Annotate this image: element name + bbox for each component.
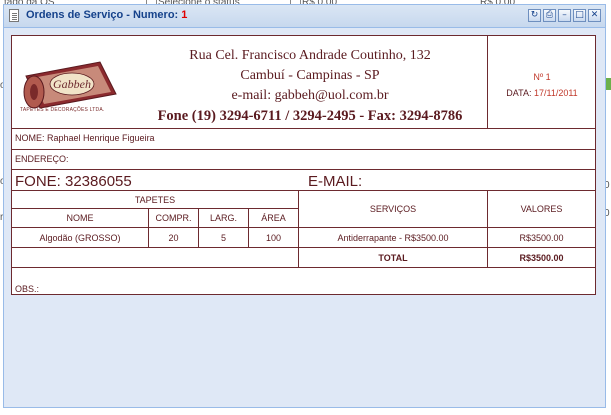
order-date: DATA: 17/11/2011: [488, 88, 596, 98]
logo-caption: TAPETES E DECORAÇÕES LTDA.: [20, 107, 105, 113]
window-title-number: 1: [181, 9, 188, 21]
window-tools: ↻ ⎙ – □ ✕: [528, 9, 601, 22]
client-contact-row: FONE: 32386055 E-MAIL:: [12, 170, 595, 191]
row-nome: Algodão (GROSSO): [12, 228, 149, 248]
client-phone: FONE: 32386055: [15, 173, 132, 190]
document-icon: [9, 9, 19, 22]
column-header-larg: LARG.: [199, 209, 249, 228]
client-address: ENDEREÇO:: [15, 154, 69, 164]
total-spacer: [12, 248, 299, 268]
column-header-area: ÁREA: [249, 209, 299, 228]
column-header-nome: NOME: [12, 209, 149, 228]
gabbeh-logo: Gabbeh: [23, 61, 117, 109]
company-address: Rua Cel. Francisco Andrade Coutinho, 132: [189, 48, 431, 63]
refresh-icon[interactable]: ↻: [528, 9, 541, 22]
window-body: Gabbeh TAPETES E DECORAÇÕES LTDA. Rua Ce…: [8, 31, 601, 405]
company-info: Rua Cel. Francisco Andrade Coutinho, 132…: [132, 46, 488, 126]
client-name: NOME: Raphael Henrique Figueira: [15, 133, 155, 143]
company-email: e-mail: gabbeh@uol.com.br: [231, 88, 389, 103]
order-date-label: DATA:: [506, 88, 532, 98]
order-number-box: Nº 1 DATA: 17/11/2011: [487, 36, 596, 128]
client-address-row: ENDEREÇO:: [12, 150, 595, 170]
window-title-text: Ordens de Serviço - Numero:: [26, 9, 179, 21]
client-email: E-MAIL:: [308, 173, 363, 190]
total-value: R$3500.00: [488, 248, 595, 268]
row-larg: 5: [199, 228, 249, 248]
items-table: TAPETES SERVIÇOS VALORES NOME COMPR. LAR…: [12, 191, 595, 277]
valores-header: VALORES: [488, 191, 595, 228]
company-phone: Fone (19) 3294-6711 / 3294-2495 - Fax: 3…: [157, 108, 463, 124]
row-servico: Antiderrapante - R$3500.00: [299, 228, 488, 248]
window-title: Ordens de Serviço - Numero: 1: [26, 9, 187, 21]
total-label: TOTAL: [299, 248, 488, 268]
window-header[interactable]: Ordens de Serviço - Numero: 1 ↻ ⎙ – □ ✕: [4, 5, 605, 28]
order-date-value: 17/11/2011: [533, 88, 578, 98]
maximize-icon[interactable]: □: [573, 9, 586, 22]
company-city: Cambuí - Campinas - SP: [240, 68, 380, 83]
close-icon[interactable]: ✕: [588, 9, 601, 22]
obs-label: OBS.:: [15, 284, 40, 294]
row-compr: 20: [149, 228, 199, 248]
document-header: Gabbeh TAPETES E DECORAÇÕES LTDA. Rua Ce…: [12, 36, 595, 129]
order-document: Gabbeh TAPETES E DECORAÇÕES LTDA. Rua Ce…: [11, 35, 596, 295]
print-icon[interactable]: ⎙: [543, 9, 556, 22]
service-order-window: Ordens de Serviço - Numero: 1 ↻ ⎙ – □ ✕ …: [3, 4, 606, 408]
row-area: 100: [249, 228, 299, 248]
order-number: Nº 1: [533, 72, 551, 82]
minimize-icon[interactable]: –: [558, 9, 571, 22]
servicos-header: SERVIÇOS: [299, 191, 488, 228]
column-header-compr: COMPR.: [149, 209, 199, 228]
logo-name: Gabbeh: [53, 77, 91, 91]
client-name-row: NOME: Raphael Henrique Figueira: [12, 129, 595, 150]
row-valor: R$3500.00: [488, 228, 595, 248]
tapetes-header: TAPETES: [12, 191, 299, 209]
